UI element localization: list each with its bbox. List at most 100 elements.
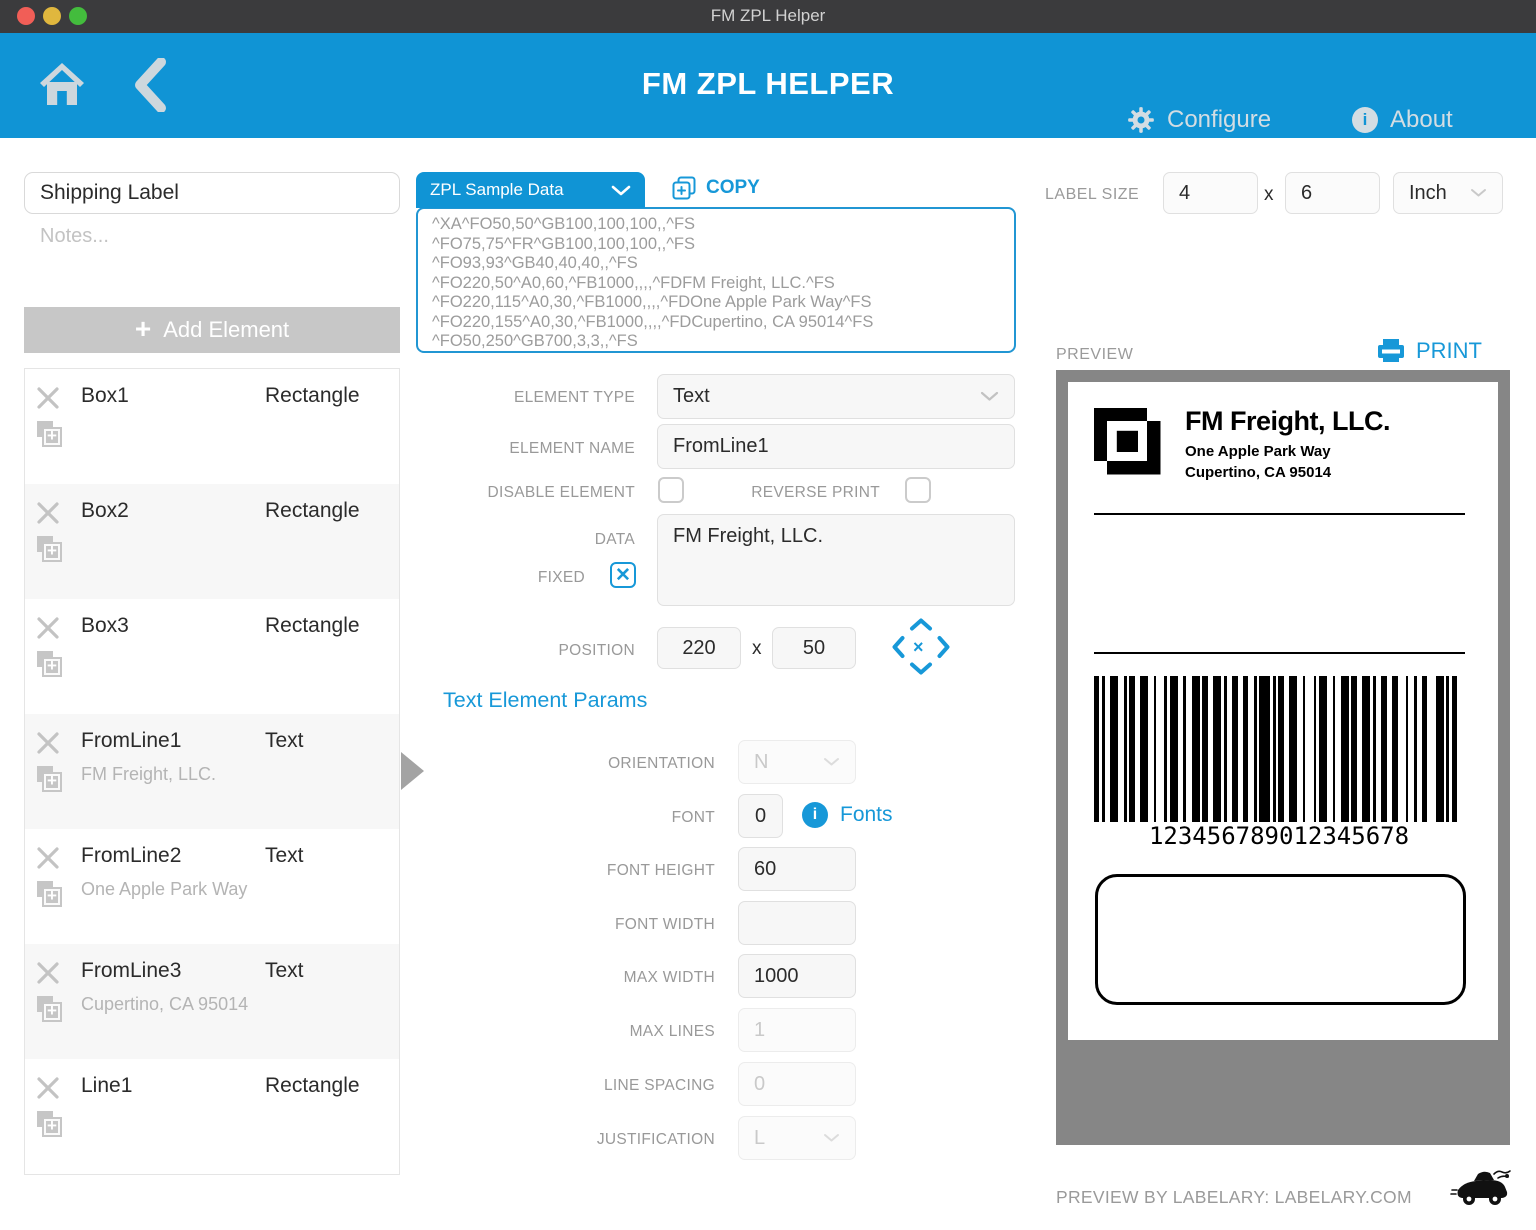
- element-type-select[interactable]: Text: [657, 374, 1015, 419]
- duplicate-icon[interactable]: +: [37, 421, 65, 449]
- element-name-label: ELEMENT NAME: [416, 440, 635, 458]
- label-width-input[interactable]: 4: [1163, 172, 1258, 214]
- list-item-box3[interactable]: + Box3 Rectangle: [25, 599, 399, 714]
- reverse-print-checkbox[interactable]: [905, 477, 931, 503]
- notes-input[interactable]: Notes...: [40, 225, 109, 248]
- add-element-button[interactable]: + Add Element: [24, 307, 400, 353]
- list-item-fromline1[interactable]: + FromLine1 Text FM Freight, LLC.: [25, 714, 399, 829]
- max-width-input[interactable]: 1000: [738, 954, 856, 998]
- line-spacing-input[interactable]: 0: [738, 1062, 856, 1106]
- max-lines-label: MAX LINES: [416, 1023, 715, 1041]
- delete-icon[interactable]: [35, 500, 61, 526]
- zpl-code-box[interactable]: ^XA^FO50,50^GB100,100,100,,^FS ^FO75,75^…: [416, 207, 1016, 353]
- copy-label: COPY: [706, 177, 760, 199]
- about-button[interactable]: i About: [1352, 102, 1453, 138]
- element-type: Rectangle: [265, 1074, 360, 1098]
- header-bar: FM ZPL HELPER Configure i About: [0, 33, 1536, 138]
- duplicate-icon[interactable]: +: [37, 536, 65, 564]
- nudge-down-button[interactable]: [909, 662, 933, 680]
- delete-icon[interactable]: [35, 1075, 61, 1101]
- element-type-label: ELEMENT TYPE: [416, 389, 635, 407]
- data-label: DATA: [416, 531, 635, 549]
- position-x-input[interactable]: 220: [657, 627, 741, 669]
- label-rule: [1094, 652, 1465, 654]
- disable-element-label: DISABLE ELEMENT: [416, 484, 635, 502]
- label-address1: One Apple Park Way: [1185, 443, 1331, 460]
- position-nudge-pad: ×: [892, 618, 950, 678]
- copy-icon: [672, 176, 696, 200]
- element-type: Text: [265, 729, 304, 753]
- configure-button[interactable]: Configure: [1127, 102, 1271, 138]
- justification-select[interactable]: L: [738, 1116, 856, 1160]
- element-subtitle: Cupertino, CA 95014: [81, 994, 248, 1015]
- data-textarea[interactable]: FM Freight, LLC.: [657, 514, 1015, 606]
- titlebar: FM ZPL Helper: [0, 0, 1536, 33]
- position-label: POSITION: [416, 642, 635, 660]
- list-item-box2[interactable]: + Box2 Rectangle: [25, 484, 399, 599]
- preview-label: PREVIEW: [1056, 346, 1133, 364]
- chevron-down-icon: [823, 757, 840, 767]
- nudge-right-button[interactable]: [937, 635, 950, 664]
- label-unit-select[interactable]: Inch: [1393, 172, 1503, 214]
- element-type: Rectangle: [265, 384, 360, 408]
- labelary-credit: PREVIEW BY LABELARY: LABELARY.COM: [1056, 1187, 1412, 1208]
- disable-element-checkbox[interactable]: [658, 477, 684, 503]
- font-width-input[interactable]: [738, 901, 856, 945]
- element-name: Line1: [81, 1074, 132, 1098]
- nudge-up-button[interactable]: [909, 618, 933, 636]
- zpl-sample-data-dropdown[interactable]: ZPL Sample Data: [416, 172, 645, 208]
- label-size-label: LABEL SIZE: [1045, 186, 1139, 204]
- element-type: Rectangle: [265, 499, 360, 523]
- label-height-input[interactable]: 6: [1285, 172, 1380, 214]
- chevron-down-icon: [980, 391, 999, 402]
- delete-icon[interactable]: [35, 615, 61, 641]
- element-subtitle: FM Freight, LLC.: [81, 764, 216, 785]
- print-button[interactable]: PRINT: [1378, 338, 1482, 364]
- label-name-input[interactable]: Shipping Label: [24, 172, 400, 214]
- chevron-down-icon: [1470, 188, 1487, 198]
- info-icon: i: [1352, 107, 1378, 133]
- duplicate-icon[interactable]: +: [37, 881, 65, 909]
- label-rounded-box: [1095, 874, 1466, 1005]
- fixed-checkbox[interactable]: ✕: [610, 562, 636, 588]
- fonts-info-icon: i: [802, 802, 828, 828]
- delete-icon[interactable]: [35, 845, 61, 871]
- list-item-line1[interactable]: + Line1 Rectangle: [25, 1059, 399, 1174]
- element-list: + Box1 Rectangle + Box2 Rectangle +: [24, 368, 400, 1175]
- list-item-fromline2[interactable]: + FromLine2 Text One Apple Park Way: [25, 829, 399, 944]
- configure-label: Configure: [1167, 106, 1271, 134]
- orientation-label: ORIENTATION: [416, 755, 715, 773]
- nudge-left-button[interactable]: [892, 635, 905, 664]
- window-title: FM ZPL Helper: [0, 6, 1536, 26]
- position-y-input[interactable]: 50: [772, 627, 856, 669]
- nudge-center-button[interactable]: ×: [913, 637, 924, 658]
- label-canvas: FM Freight, LLC. One Apple Park Way Cupe…: [1068, 382, 1498, 1040]
- element-name: Box3: [81, 614, 129, 638]
- duplicate-icon[interactable]: +: [37, 996, 65, 1024]
- delete-icon[interactable]: [35, 730, 61, 756]
- fonts-link[interactable]: Fonts: [840, 803, 893, 827]
- element-name-input[interactable]: FromLine1: [657, 424, 1015, 469]
- copy-button[interactable]: COPY: [672, 176, 760, 200]
- duplicate-icon[interactable]: +: [37, 651, 65, 679]
- label-preview: FM Freight, LLC. One Apple Park Way Cupe…: [1056, 370, 1510, 1145]
- font-height-input[interactable]: 60: [738, 847, 856, 891]
- zpl-code-text: ^XA^FO50,50^GB100,100,100,,^FS ^FO75,75^…: [432, 215, 1000, 352]
- list-item-fromline3[interactable]: + FromLine3 Text Cupertino, CA 95014: [25, 944, 399, 1059]
- delete-icon[interactable]: [35, 960, 61, 986]
- max-lines-input[interactable]: 1: [738, 1008, 856, 1052]
- delete-icon[interactable]: [35, 385, 61, 411]
- list-item-box1[interactable]: + Box1 Rectangle: [25, 369, 399, 484]
- duplicate-icon[interactable]: +: [37, 1111, 65, 1139]
- font-label: FONT: [416, 809, 715, 827]
- element-name: Box1: [81, 384, 129, 408]
- orientation-select[interactable]: N: [738, 740, 856, 784]
- label-size-separator: x: [1264, 184, 1274, 206]
- font-input[interactable]: 0: [738, 794, 783, 838]
- element-type: Text: [265, 959, 304, 983]
- reverse-print-label: REVERSE PRINT: [700, 484, 880, 502]
- fixed-label: FIXED: [416, 569, 585, 587]
- label-company: FM Freight, LLC.: [1185, 406, 1390, 437]
- duplicate-icon[interactable]: +: [37, 766, 65, 794]
- print-label: PRINT: [1416, 338, 1482, 364]
